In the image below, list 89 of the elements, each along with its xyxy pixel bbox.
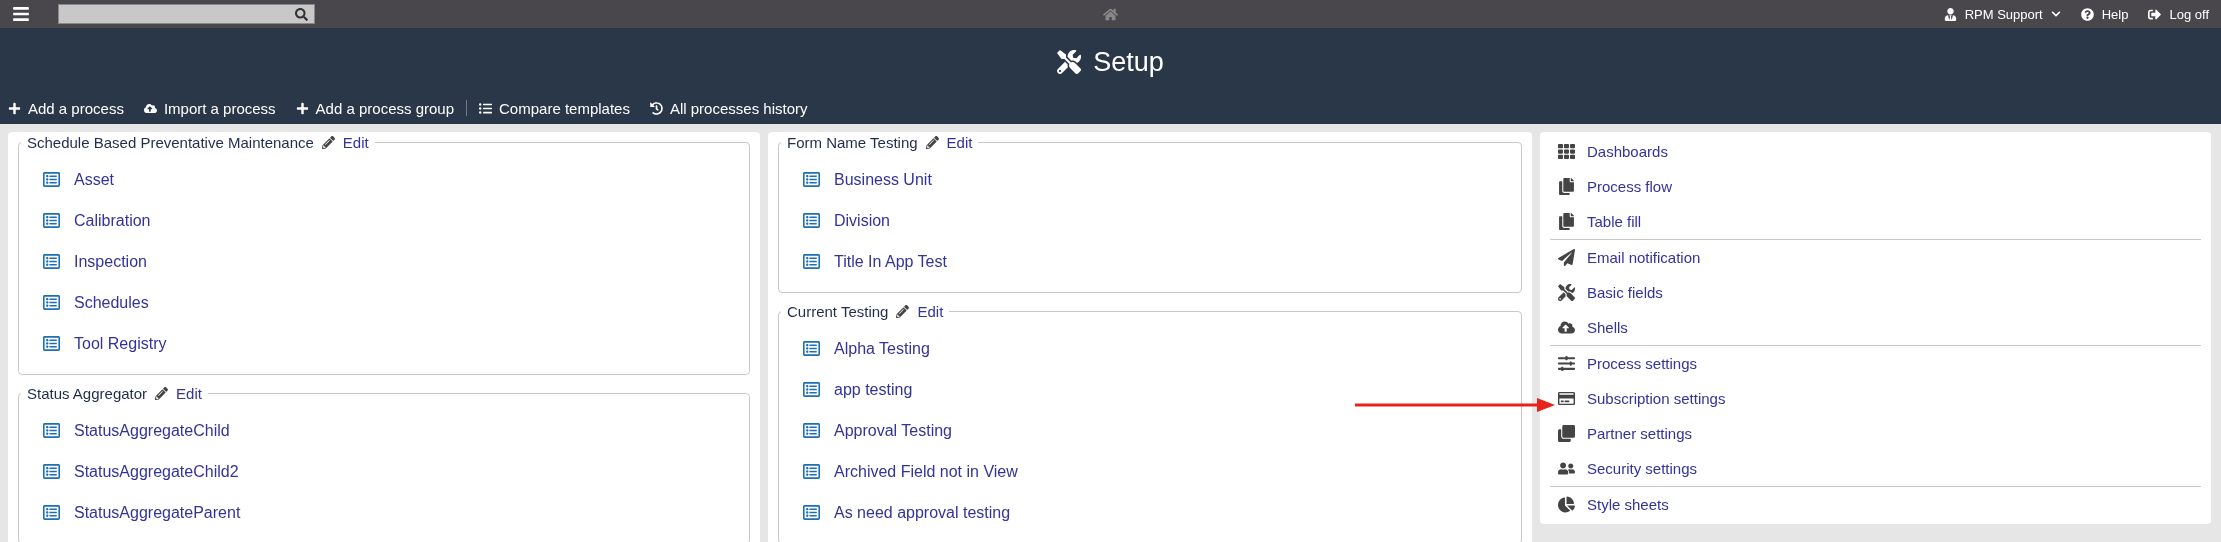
toolbar-button[interactable]: Import a process [143, 99, 276, 117]
group-title: Form Name Testing [787, 134, 918, 151]
process-link[interactable]: Schedules [43, 282, 749, 323]
document-icon [43, 463, 60, 480]
edit-link[interactable]: Edit [176, 385, 202, 402]
document-icon [43, 422, 60, 439]
settings-link[interactable]: Basic fields [1558, 275, 2201, 310]
settings-link[interactable]: Shells [1558, 310, 2201, 345]
document-icon [803, 340, 820, 357]
document-icon [43, 504, 60, 521]
log-off-link[interactable]: Log off [2148, 6, 2209, 22]
search-field[interactable] [58, 4, 315, 24]
document-icon [803, 253, 820, 270]
user-menu[interactable]: RPM Support [1943, 6, 2061, 22]
help-link[interactable]: Help [2080, 6, 2129, 22]
process-link[interactable]: Division [803, 200, 1521, 241]
copy-icon [1558, 425, 1575, 442]
process-link[interactable]: Approval Testing [803, 410, 1521, 451]
document-icon [803, 212, 820, 229]
plus-icon [295, 101, 309, 115]
user-icon [1943, 7, 1957, 21]
process-link[interactable]: Inspection [43, 241, 749, 282]
process-link[interactable]: StatusAggregateChild [43, 410, 749, 451]
process-link[interactable]: StatusAggregateChild2 [43, 451, 749, 492]
settings-link[interactable]: Table fill [1558, 204, 2201, 239]
pie-chart-icon [1558, 496, 1575, 513]
toolbar-button[interactable]: All processes history [649, 99, 808, 117]
process-link[interactable]: Alpha Testing [803, 328, 1521, 369]
process-link[interactable]: app testing [803, 369, 1521, 410]
document-icon [803, 381, 820, 398]
settings-link[interactable]: Dashboards [1558, 134, 2201, 169]
pencil-icon [925, 136, 939, 149]
settings-link[interactable]: Process flow [1558, 169, 2201, 204]
document-icon [43, 253, 60, 270]
document-icon [803, 504, 820, 521]
paper-plane-icon [1558, 249, 1575, 266]
cloud-upload-icon [143, 101, 157, 115]
document-icon [43, 294, 60, 311]
document-icon [43, 335, 60, 352]
pencil-icon [896, 305, 910, 318]
group-title: Current Testing [787, 303, 889, 320]
documents-icon [1558, 178, 1575, 195]
sliders-icon [1558, 355, 1575, 372]
help-icon [2080, 7, 2094, 21]
credit-card-icon [1558, 390, 1575, 407]
pencil-icon [155, 387, 169, 400]
toolbar-button[interactable]: Add a process [8, 99, 124, 117]
history-icon [649, 101, 663, 115]
tools-icon [1057, 50, 1082, 74]
home-icon[interactable] [1103, 7, 1118, 22]
settings-link[interactable]: Process settings [1558, 346, 2201, 381]
edit-link[interactable]: Edit [946, 134, 973, 151]
edit-link[interactable]: Edit [917, 303, 944, 320]
settings-link[interactable]: Partner settings [1558, 416, 2201, 451]
process-link[interactable]: Calibration [43, 200, 749, 241]
process-link[interactable]: StatusAggregateParent [43, 492, 749, 533]
documents-icon [1558, 213, 1575, 230]
process-link[interactable]: Tool Registry [43, 323, 749, 364]
process-link[interactable]: Title In App Test [803, 241, 1521, 282]
group-title: Status Aggregator [27, 385, 148, 402]
pencil-icon [321, 136, 335, 149]
chevron-down-icon [2050, 9, 2061, 19]
process-link[interactable]: As need approval testing [803, 492, 1521, 533]
users-icon [1558, 460, 1575, 477]
page-title: Setup [1093, 46, 1164, 78]
process-link[interactable]: Asset [43, 159, 749, 200]
toolbar-button[interactable]: Add a process group [295, 99, 455, 117]
cloud-upload-icon [1558, 319, 1575, 336]
plus-icon [8, 101, 21, 115]
process-link[interactable]: Business Unit [803, 159, 1521, 200]
document-icon [803, 422, 820, 439]
toolbar-button[interactable]: Compare templates [479, 99, 630, 117]
document-icon [803, 171, 820, 188]
settings-link[interactable]: Subscription settings [1558, 381, 2201, 416]
group-title: Schedule Based Preventative Maintenance [27, 134, 314, 151]
document-icon [43, 212, 60, 229]
search-icon [295, 7, 308, 21]
document-icon [43, 171, 60, 188]
tools-icon [1558, 284, 1575, 301]
process-link[interactable]: Archived Field not in View [803, 451, 1521, 492]
menu-button[interactable] [12, 5, 30, 23]
settings-link[interactable]: Security settings [1558, 451, 2201, 486]
edit-link[interactable]: Edit [342, 134, 369, 151]
settings-link[interactable]: Style sheets [1558, 487, 2201, 522]
log-off-icon [2148, 7, 2162, 21]
list-icon [479, 101, 493, 115]
document-icon [803, 463, 820, 480]
grid-icon [1558, 143, 1575, 160]
settings-link[interactable]: Email notification [1558, 240, 2201, 275]
